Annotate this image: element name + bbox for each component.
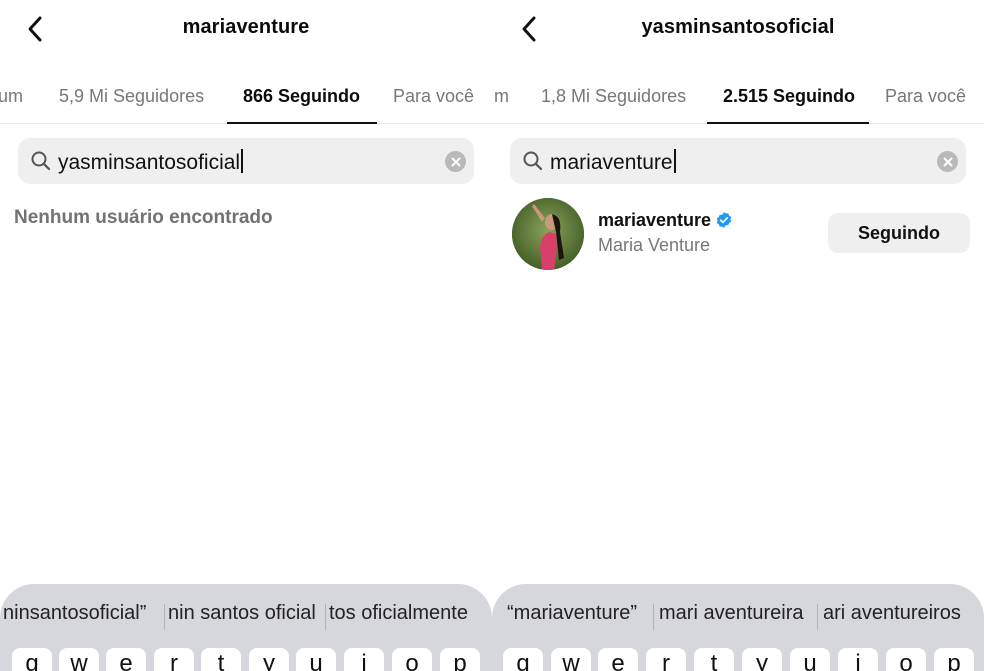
active-tab-indicator [227, 122, 377, 124]
key-o[interactable]: o [392, 648, 432, 671]
key-y[interactable]: y [249, 648, 289, 671]
suggestion-2[interactable]: mari aventureira [659, 602, 804, 625]
key-q[interactable]: q [12, 648, 52, 671]
follow-tabs: m 1,8 Mi Seguidores 2.515 Seguindo Para … [492, 68, 984, 124]
result-username: mariaventure [598, 210, 733, 231]
search-query[interactable]: yasminsantosoficial [58, 149, 244, 175]
header: yasminsantosoficial [492, 0, 984, 58]
search-input[interactable]: mariaventure [510, 138, 966, 184]
empty-state-message: Nenhum usuário encontrado [14, 207, 273, 228]
key-w[interactable]: w [551, 648, 591, 671]
keyboard: ninsantosoficial” nin santos oficial tos… [0, 584, 492, 671]
tab-following[interactable]: 2.515 Seguindo [723, 86, 855, 107]
key-p[interactable]: p [934, 648, 974, 671]
profile-photo [512, 198, 584, 270]
key-e[interactable]: e [106, 648, 146, 671]
search-result-row[interactable]: mariaventure Maria Venture Seguindo [510, 196, 970, 272]
suggestion-3[interactable]: tos oficialmente [329, 602, 468, 625]
suggestion-divider [817, 604, 818, 630]
keyboard: “mariaventure” mari aventureira ari aven… [492, 584, 984, 671]
tab-partial[interactable]: m [494, 86, 509, 107]
key-r[interactable]: r [154, 648, 194, 671]
key-t[interactable]: t [201, 648, 241, 671]
suggestion-1[interactable]: ninsantosoficial” [3, 602, 146, 625]
search-input[interactable]: yasminsantosoficial [18, 138, 474, 184]
follow-tabs: um 5,9 Mi Seguidores 866 Seguindo Para v… [0, 68, 492, 124]
tab-following[interactable]: 866 Seguindo [243, 86, 360, 107]
left-screen: mariaventure um 5,9 Mi Seguidores 866 Se… [0, 0, 492, 671]
suggestion-divider [653, 604, 654, 630]
suggestion-3[interactable]: ari aventureiros [823, 602, 961, 625]
avatar[interactable] [512, 198, 584, 270]
suggestion-divider [164, 604, 165, 630]
key-i[interactable]: i [838, 648, 878, 671]
tab-partial[interactable]: um [0, 86, 23, 107]
search-query[interactable]: mariaventure [550, 149, 676, 175]
profile-title: yasminsantosoficial [641, 16, 835, 38]
key-p[interactable]: p [440, 648, 480, 671]
right-screen: yasminsantosoficial m 1,8 Mi Seguidores … [492, 0, 984, 671]
key-i[interactable]: i [344, 648, 384, 671]
predictive-bar: “mariaventure” mari aventureira ari aven… [492, 598, 984, 632]
tab-for-you[interactable]: Para você [885, 86, 966, 107]
search-query-text: mariaventure [550, 151, 673, 174]
search-icon [523, 151, 543, 171]
text-caret [673, 149, 676, 173]
key-r[interactable]: r [646, 648, 686, 671]
tab-followers[interactable]: 1,8 Mi Seguidores [541, 86, 686, 107]
verified-badge-icon [716, 212, 732, 228]
key-y[interactable]: y [742, 648, 782, 671]
username-text: mariaventure [598, 210, 712, 230]
text-caret [241, 149, 244, 173]
key-w[interactable]: w [59, 648, 99, 671]
key-o[interactable]: o [886, 648, 926, 671]
clear-search-button[interactable] [445, 151, 466, 172]
header: mariaventure [0, 0, 492, 58]
key-u[interactable]: u [296, 648, 336, 671]
close-icon [451, 157, 460, 166]
active-tab-indicator [707, 122, 869, 124]
key-e[interactable]: e [598, 648, 638, 671]
profile-title: mariaventure [182, 16, 310, 38]
suggestion-divider [325, 604, 326, 630]
suggestion-2[interactable]: nin santos oficial [168, 602, 316, 625]
close-icon [943, 157, 952, 166]
search-icon [31, 151, 51, 171]
key-q[interactable]: q [503, 648, 543, 671]
tab-for-you[interactable]: Para você [393, 86, 474, 107]
result-full-name: Maria Venture [598, 235, 711, 255]
following-button[interactable]: Seguindo [828, 213, 970, 253]
clear-search-button[interactable] [937, 151, 958, 172]
key-t[interactable]: t [694, 648, 734, 671]
search-query-text: yasminsantosoficial [58, 151, 241, 174]
key-u[interactable]: u [790, 648, 830, 671]
suggestion-1[interactable]: “mariaventure” [507, 602, 637, 625]
predictive-bar: ninsantosoficial” nin santos oficial tos… [0, 598, 492, 632]
tab-followers[interactable]: 5,9 Mi Seguidores [59, 86, 204, 107]
